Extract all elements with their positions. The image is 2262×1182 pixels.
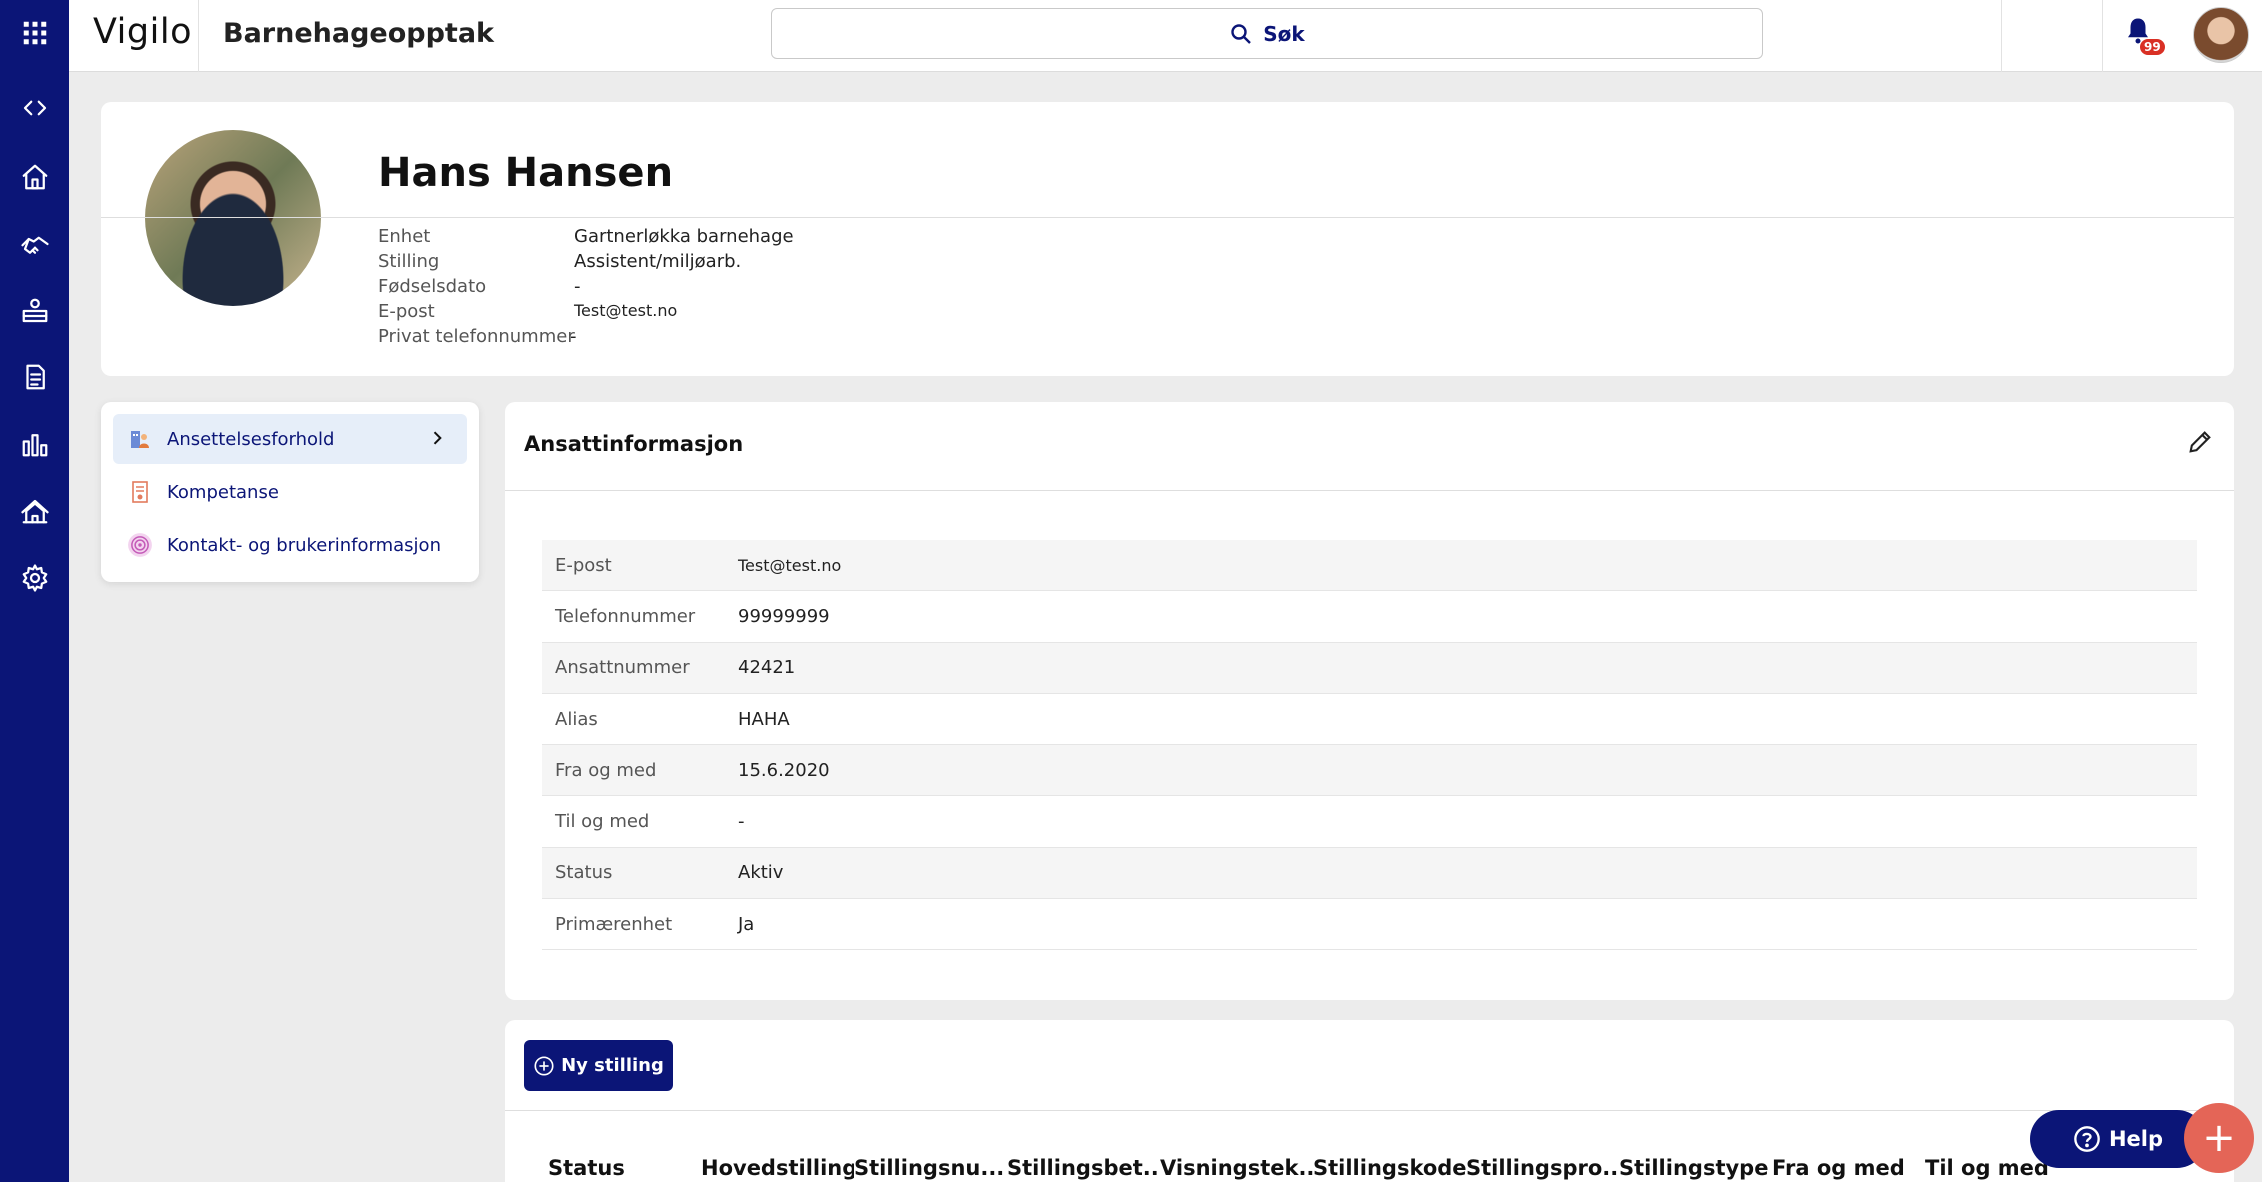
help-button[interactable]: Help [2030, 1110, 2206, 1168]
column-header[interactable]: Stillingsbet... [1007, 1156, 1160, 1180]
home-icon[interactable] [0, 155, 69, 199]
positions-card: Ny stilling Status Hovedstilling Stillin… [505, 1020, 2234, 1182]
row-value: 15.6.2020 [738, 759, 830, 781]
row-label: Primærenhet [555, 913, 673, 935]
bar-chart-icon[interactable] [0, 422, 69, 466]
row-value: HAHA [738, 708, 790, 730]
vigilo-logo[interactable]: Vigilo [93, 12, 192, 52]
top-bar: Vigilo Barnehageopptak Søk 99 [69, 0, 2262, 72]
divider [2102, 0, 2103, 72]
menu-item-label: Ansettelsesforhold [167, 428, 335, 450]
left-nav-rail [0, 0, 69, 1182]
menu-item-label: Kompetanse [167, 481, 279, 503]
certificate-icon [127, 479, 153, 505]
edit-button[interactable] [2186, 428, 2216, 458]
help-label: Help [2108, 1127, 2164, 1151]
field-value: Assistent/miljøarb. [574, 251, 742, 272]
code-toggle-icon[interactable] [0, 86, 69, 130]
field-value: - [574, 276, 581, 297]
profile-photo [145, 130, 321, 306]
search-input[interactable]: Søk [771, 8, 1763, 59]
table-row: Til og med - [542, 796, 2197, 848]
table-row: Status Aktiv [542, 847, 2197, 900]
row-label: Status [555, 862, 613, 884]
column-header[interactable]: Status [548, 1156, 701, 1180]
table-row: Telefonnummer 99999999 [542, 591, 2197, 643]
field-label: Fødselsdato [378, 276, 487, 297]
employee-info-table: E-post Test@test.no Telefonnummer 99999999… [542, 540, 2197, 951]
field-value: Test@test.no [574, 301, 678, 320]
plus-circle-icon [534, 1055, 554, 1076]
search-icon [1231, 23, 1252, 44]
row-value: 99999999 [738, 605, 830, 627]
fingerprint-icon [127, 532, 153, 558]
profile-card: Hans Hansen Enhet Gartnerløkka barnehage… [101, 102, 2234, 376]
divider [505, 490, 2234, 491]
column-header[interactable]: Stillingstype [1619, 1156, 1772, 1180]
document-icon[interactable] [0, 355, 69, 399]
employee-icon [127, 426, 153, 452]
field-value: Gartnerløkka barnehage [574, 226, 794, 247]
app-title: Barnehageopptak [223, 18, 495, 49]
row-value: Aktiv [738, 862, 784, 884]
divider [198, 0, 199, 72]
column-header[interactable]: Stillingsnu... [854, 1156, 1007, 1180]
field-value: - [570, 326, 577, 347]
table-row: Alias HAHA [542, 694, 2197, 746]
add-fab-button[interactable]: + [2184, 1103, 2254, 1173]
section-menu: Ansettelsesforhold Kompetanse Kontakt- o… [101, 402, 479, 582]
divider [505, 1110, 2234, 1111]
question-circle-icon [2074, 1126, 2100, 1152]
field-label: Privat telefonnummer [378, 326, 575, 347]
row-value: 42421 [738, 657, 796, 679]
divider [101, 217, 2234, 218]
menu-item-label: Kontakt- og brukerinformasjon [167, 534, 441, 556]
column-header[interactable]: Stillingskode [1313, 1156, 1466, 1180]
row-label: Til og med [555, 811, 650, 833]
new-position-label: Ny stilling [561, 1055, 664, 1076]
section-title: Ansattinformasjon [524, 432, 744, 456]
row-label: Ansattnummer [555, 657, 690, 679]
apps-grid-icon[interactable] [0, 11, 69, 55]
row-label: Alias [555, 708, 598, 730]
classroom-icon[interactable] [0, 289, 69, 333]
row-label: Telefonnummer [555, 605, 696, 627]
notification-badge: 99 [2139, 38, 2166, 56]
positions-table-header: Status Hovedstilling Stillingsnu... Stil… [548, 1156, 2078, 1180]
new-position-button[interactable]: Ny stilling [524, 1040, 673, 1091]
column-header[interactable]: Hovedstilling [701, 1156, 854, 1180]
menu-item-kontakt-og-brukerinformasjon[interactable]: Kontakt- og brukerinformasjon [113, 520, 467, 570]
settings-icon[interactable] [0, 556, 69, 600]
handshake-icon[interactable] [0, 222, 69, 266]
table-row: Fra og med 15.6.2020 [542, 745, 2197, 797]
divider [2001, 0, 2002, 72]
employee-name: Hans Hansen [378, 150, 674, 196]
search-label: Søk [1263, 21, 1305, 46]
column-header[interactable]: Visningstek... [1160, 1156, 1313, 1180]
table-row: Ansattnummer 42421 [542, 642, 2197, 694]
menu-item-kompetanse[interactable]: Kompetanse [113, 467, 467, 517]
field-label: Stilling [378, 251, 440, 272]
building-icon[interactable] [0, 489, 69, 533]
pencil-icon [2189, 431, 2211, 453]
field-label: E-post [378, 301, 435, 322]
row-label: E-post [555, 554, 612, 576]
notifications-button[interactable]: 99 [2123, 16, 2166, 56]
column-header[interactable]: Stillingspro... [1466, 1156, 1619, 1180]
table-row: E-post Test@test.no [542, 540, 2197, 592]
row-value: - [738, 811, 745, 833]
menu-item-ansettelsesforhold[interactable]: Ansettelsesforhold [113, 414, 467, 464]
employee-info-card: Ansattinformasjon E-post Test@test.no Tel… [505, 402, 2234, 1000]
row-value: Test@test.no [738, 555, 842, 575]
row-value: Ja [738, 913, 755, 935]
chevron-right-icon [433, 431, 442, 445]
table-row: Primærenhet Ja [542, 899, 2197, 951]
row-label: Fra og med [555, 759, 657, 781]
field-label: Enhet [378, 226, 431, 247]
user-avatar[interactable] [2193, 7, 2249, 63]
column-header[interactable]: Fra og med [1772, 1156, 1925, 1180]
